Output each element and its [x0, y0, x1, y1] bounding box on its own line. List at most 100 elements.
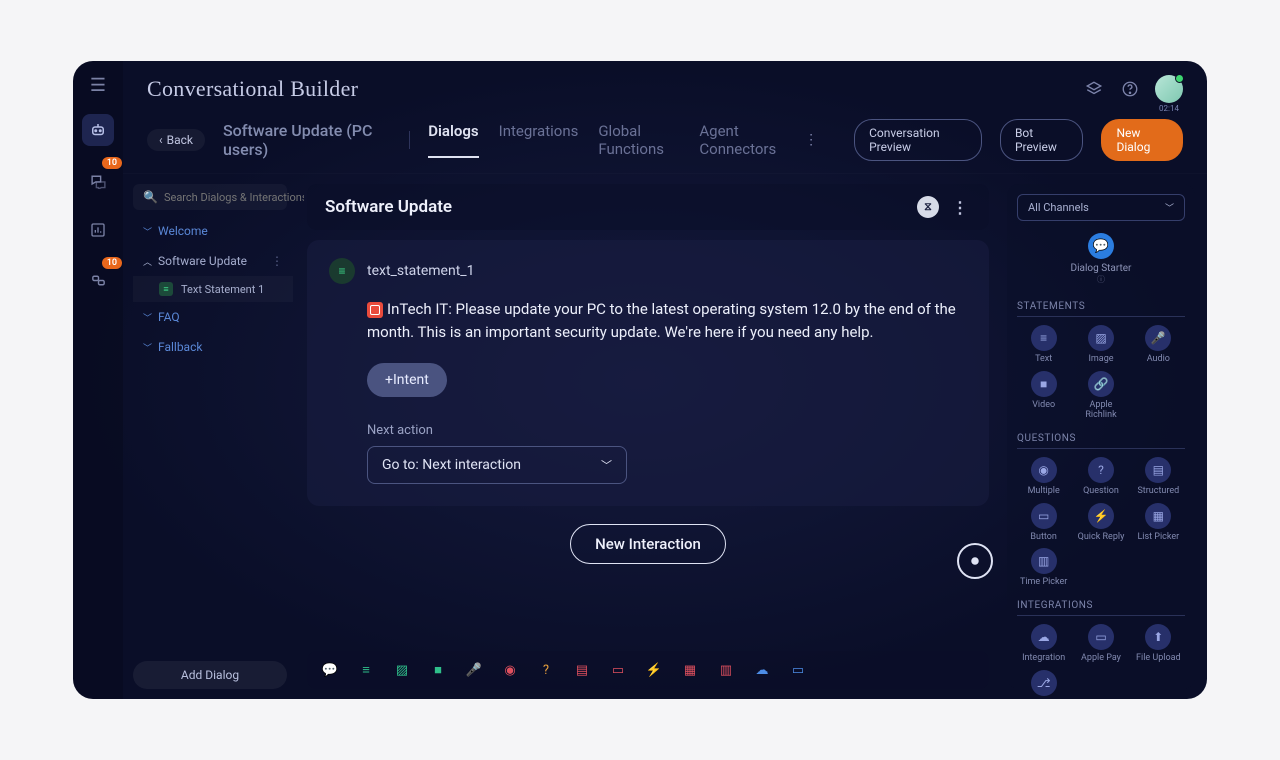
- audio-icon: 🎤: [1145, 325, 1171, 351]
- palette-list-picker[interactable]: ▦List Picker: [1132, 503, 1185, 543]
- palette-apple-pay[interactable]: ▭Apple Pay: [1074, 624, 1127, 664]
- tray-button-icon[interactable]: ▭: [609, 661, 627, 679]
- session-time: 02:14: [1155, 104, 1183, 113]
- target-icon: ◉: [1031, 457, 1057, 483]
- upload-icon: ⬆: [1145, 624, 1171, 650]
- tray-video-icon[interactable]: ■: [429, 661, 447, 679]
- palette-question[interactable]: ?Question: [1074, 457, 1127, 497]
- chevron-up-icon: ︿: [143, 255, 152, 268]
- card-header: ≡ text_statement_1: [329, 258, 967, 284]
- alert-emoji-icon: [367, 302, 383, 318]
- app-window: ☰ 10 10 Conversational Builder: [73, 61, 1207, 699]
- tabs-more-icon[interactable]: ⋮: [804, 132, 818, 148]
- chevron-left-icon: ‹: [159, 133, 163, 147]
- dialog-item-more-icon[interactable]: ⋮: [271, 254, 283, 268]
- dialog-starter[interactable]: 💬 Dialog Starter ⓘ: [1017, 233, 1185, 285]
- user-avatar[interactable]: 02:14: [1155, 75, 1183, 103]
- next-action-select[interactable]: Go to: Next interaction ﹀: [367, 446, 627, 484]
- add-intent-button[interactable]: +Intent: [367, 363, 447, 397]
- palette-video[interactable]: ■Video: [1017, 371, 1070, 421]
- tab-dialogs[interactable]: Dialogs: [428, 122, 478, 158]
- sub-header: ‹ Back Software Update (PC users) Dialog…: [123, 113, 1207, 174]
- conversation-preview-button[interactable]: Conversation Preview: [854, 119, 982, 161]
- canvas-more-icon[interactable]: ⋮: [949, 196, 971, 218]
- canvas: Software Update ⧖ ⋮ ≡ text_statement_1 I…: [293, 174, 1003, 699]
- rail-agents-icon[interactable]: 10: [82, 264, 114, 296]
- structured-icon: ▤: [1145, 457, 1171, 483]
- tray-chat-icon[interactable]: 💬: [321, 661, 339, 679]
- tray-cloud-icon[interactable]: ☁: [753, 661, 771, 679]
- palette-richlink[interactable]: 🔗Apple Richlink: [1074, 371, 1127, 421]
- dialog-child-text-statement[interactable]: ≡Text Statement 1: [133, 276, 293, 302]
- canvas-title: Software Update: [325, 197, 452, 217]
- tab-agent-connectors[interactable]: Agent Connectors: [699, 122, 786, 158]
- palette-time-picker[interactable]: ▥Time Picker: [1017, 548, 1070, 588]
- search-input[interactable]: [164, 191, 304, 204]
- button-icon: ▭: [1031, 503, 1057, 529]
- palette-quick-reply[interactable]: ⚡Quick Reply: [1074, 503, 1127, 543]
- statement-message[interactable]: InTech IT: Please update your PC to the …: [367, 298, 967, 345]
- dialog-item-software-update[interactable]: ︿Software Update⋮: [133, 246, 293, 276]
- palette: All Channels ﹀ 💬 Dialog Starter ⓘ STATEM…: [1007, 184, 1195, 689]
- tab-integrations[interactable]: Integrations: [499, 122, 579, 158]
- tab-global-functions[interactable]: Global Functions: [598, 122, 679, 158]
- palette-dynamic-routing[interactable]: ⎇Dynamic Routing: [1017, 670, 1070, 699]
- rail-bot-icon[interactable]: [82, 114, 114, 146]
- dialog-item-faq[interactable]: ﹀FAQ: [133, 302, 293, 332]
- tray-structured-icon[interactable]: ▤: [573, 661, 591, 679]
- tray-image-icon[interactable]: ▨: [393, 661, 411, 679]
- tray-question-icon[interactable]: ?: [537, 661, 555, 679]
- rail-chat-icon[interactable]: 10: [82, 164, 114, 196]
- section-statements: STATEMENTS: [1017, 301, 1185, 317]
- card-icon: ▭: [1088, 624, 1114, 650]
- video-icon: ■: [1031, 371, 1057, 397]
- assist-fab-icon[interactable]: [957, 543, 993, 579]
- palette-text[interactable]: ≡Text: [1017, 325, 1070, 365]
- bot-preview-button[interactable]: Bot Preview: [1000, 119, 1084, 161]
- tray-time-icon[interactable]: ▥: [717, 661, 735, 679]
- icon-tray: 💬 ≡ ▨ ■ 🎤 ◉ ? ▤ ▭ ⚡ ▦ ▥ ☁ ▭: [307, 651, 989, 689]
- next-action-value: Go to: Next interaction: [382, 457, 521, 473]
- chevron-down-icon: ﹀: [143, 225, 152, 238]
- tray-audio-icon[interactable]: 🎤: [465, 661, 483, 679]
- palette-integration[interactable]: ☁Integration: [1017, 624, 1070, 664]
- palette-structured[interactable]: ▤Structured: [1132, 457, 1185, 497]
- tray-list-icon[interactable]: ▦: [681, 661, 699, 679]
- add-dialog-button[interactable]: Add Dialog: [133, 661, 287, 689]
- palette-image[interactable]: ▨Image: [1074, 325, 1127, 365]
- palette-audio[interactable]: 🎤Audio: [1132, 325, 1185, 365]
- new-dialog-button[interactable]: New Dialog: [1101, 119, 1183, 161]
- rail-analytics-icon[interactable]: [82, 214, 114, 246]
- rail-agents-badge: 10: [102, 257, 122, 269]
- menu-icon[interactable]: ☰: [90, 75, 106, 96]
- section-questions: QUESTIONS: [1017, 433, 1185, 449]
- link-icon: 🔗: [1088, 371, 1114, 397]
- dialog-item-welcome[interactable]: ﹀Welcome: [133, 216, 293, 246]
- app-title: Conversational Builder: [147, 76, 358, 102]
- search-box[interactable]: 🔍: [133, 184, 287, 210]
- section-integrations: INTEGRATIONS: [1017, 600, 1185, 616]
- canvas-header: Software Update ⧖ ⋮: [307, 184, 989, 230]
- tray-target-icon[interactable]: ◉: [501, 661, 519, 679]
- layers-icon[interactable]: [1083, 78, 1105, 100]
- statement-name: text_statement_1: [367, 263, 474, 279]
- chevron-down-icon: ﹀: [1165, 201, 1174, 214]
- cloud-icon: ☁: [1031, 624, 1057, 650]
- channels-select[interactable]: All Channels ﹀: [1017, 194, 1185, 221]
- help-icon[interactable]: [1119, 78, 1141, 100]
- tray-quick-icon[interactable]: ⚡: [645, 661, 663, 679]
- tray-card-icon[interactable]: ▭: [789, 661, 807, 679]
- back-button[interactable]: ‹ Back: [147, 129, 205, 151]
- palette-button[interactable]: ▭Button: [1017, 503, 1070, 543]
- chevron-down-icon: ﹀: [143, 311, 152, 324]
- dialog-item-fallback[interactable]: ﹀Fallback: [133, 332, 293, 362]
- new-interaction-button[interactable]: New Interaction: [570, 524, 726, 564]
- text-statement-icon: ≡: [329, 258, 355, 284]
- workspace: 🔍 ﹀Welcome ︿Software Update⋮ ≡Text State…: [123, 174, 1207, 699]
- palette-multiple[interactable]: ◉Multiple: [1017, 457, 1070, 497]
- question-icon: ?: [1088, 457, 1114, 483]
- tray-text-icon[interactable]: ≡: [357, 661, 375, 679]
- palette-file-upload[interactable]: ⬆File Upload: [1132, 624, 1185, 664]
- nav-tabs: Dialogs Integrations Global Functions Ag…: [428, 122, 786, 158]
- collapse-icon[interactable]: ⧖: [917, 196, 939, 218]
